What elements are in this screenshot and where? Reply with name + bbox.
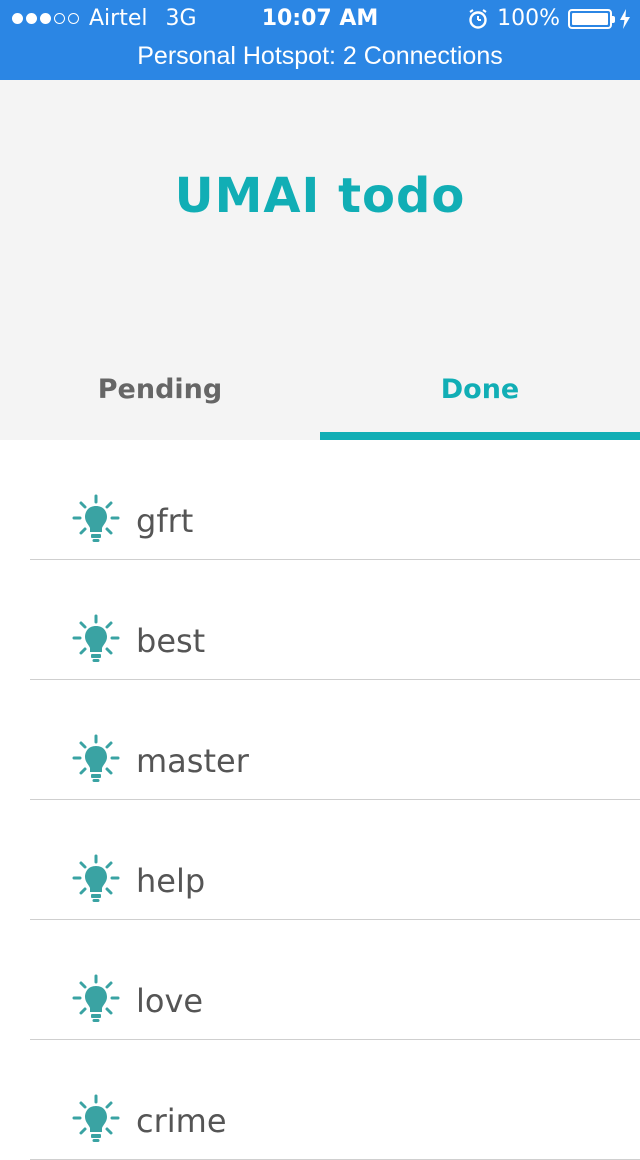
- list-item-label: gfrt: [136, 502, 194, 540]
- list-item[interactable]: crime: [0, 1040, 640, 1160]
- active-tab-indicator: [320, 432, 640, 440]
- list-item-label: best: [136, 622, 206, 660]
- status-bar: Airtel 3G 10:07 AM 100% Personal Hotspot…: [0, 0, 640, 80]
- lightbulb-icon: [70, 614, 122, 666]
- list-item-label: love: [136, 982, 204, 1020]
- hotspot-banner[interactable]: Personal Hotspot: 2 Connections: [0, 42, 640, 71]
- battery-percent: 100%: [497, 6, 560, 31]
- list-item[interactable]: master: [0, 680, 640, 800]
- battery-icon: [568, 8, 615, 29]
- charging-bolt-icon: [620, 8, 630, 29]
- tab-pending-label: Pending: [97, 374, 223, 405]
- tab-pending[interactable]: Pending: [0, 370, 320, 440]
- lightbulb-icon: [70, 494, 122, 546]
- list-item[interactable]: love: [0, 920, 640, 1040]
- tab-done[interactable]: Done: [320, 370, 640, 440]
- alarm-icon: [469, 8, 487, 29]
- app-header: UMAI todo Pending Done: [0, 80, 640, 440]
- todo-list: gfrt best master help love crime: [0, 440, 640, 1160]
- list-item-label: help: [136, 862, 206, 900]
- lightbulb-icon: [70, 974, 122, 1026]
- list-item[interactable]: best: [0, 560, 640, 680]
- status-right: 100%: [467, 6, 630, 31]
- list-item-label: master: [136, 742, 249, 780]
- lightbulb-icon: [70, 734, 122, 786]
- list-item-label: crime: [136, 1102, 227, 1140]
- app-title: UMAI todo: [174, 168, 466, 224]
- list-item[interactable]: help: [0, 800, 640, 920]
- tab-done-label: Done: [440, 374, 520, 405]
- list-item[interactable]: gfrt: [0, 440, 640, 560]
- lightbulb-icon: [70, 854, 122, 906]
- lightbulb-icon: [70, 1094, 122, 1146]
